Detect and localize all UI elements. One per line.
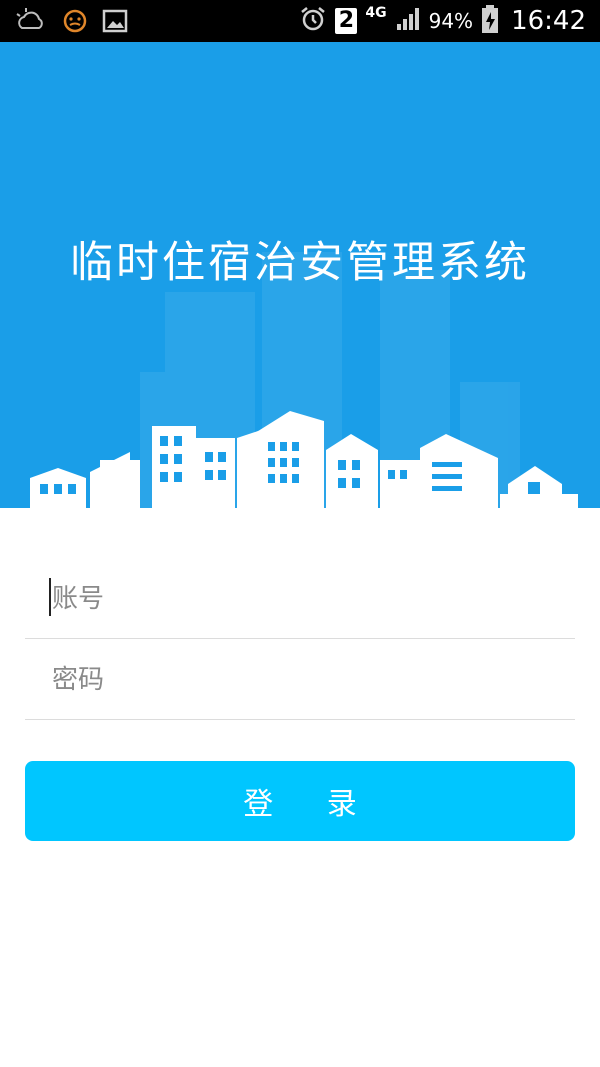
- signal-icon: [395, 6, 421, 36]
- account-input[interactable]: [50, 558, 574, 640]
- battery-percentage: 94%: [428, 9, 474, 33]
- weather-cloudy-icon: [14, 6, 48, 40]
- account-field: [25, 558, 575, 640]
- app-title: 临时住宿治安管理系统: [70, 238, 530, 288]
- gallery-icon: [102, 8, 128, 38]
- status-bar-notifications: [14, 6, 128, 40]
- login-button[interactable]: 登 录: [25, 761, 575, 841]
- header-banner: 临时住宿治安管理系统: [0, 42, 600, 508]
- status-bar-system: 2 4G 94% 16:42: [299, 4, 586, 38]
- status-bar: 2 4G 94% 16:42: [0, 0, 600, 42]
- network-type: 4G: [365, 5, 387, 21]
- face-icon: [62, 8, 88, 38]
- battery-charging-icon: [481, 4, 499, 38]
- password-field: [25, 639, 575, 721]
- password-input[interactable]: [50, 639, 574, 721]
- clock: 16:42: [511, 6, 586, 36]
- sim-slot-indicator: 2: [335, 8, 358, 34]
- alarm-clock-icon: [299, 5, 327, 37]
